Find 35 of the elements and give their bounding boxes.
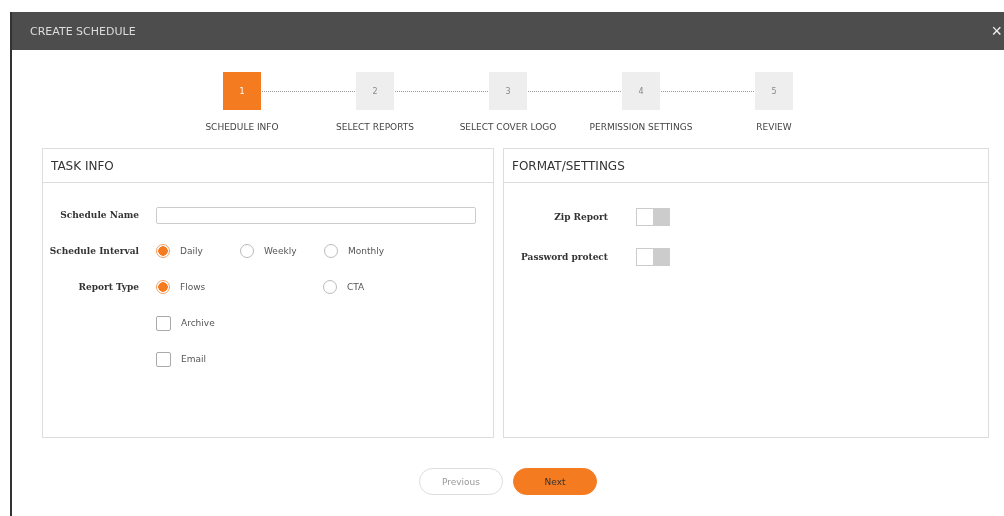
field-label: Password protect bbox=[520, 252, 608, 262]
checkbox[interactable] bbox=[156, 351, 171, 367]
option-label: Email bbox=[181, 354, 206, 364]
toggle-switch[interactable] bbox=[636, 248, 670, 266]
step-number[interactable]: 5 bbox=[755, 72, 793, 110]
option-label: Daily bbox=[180, 246, 203, 256]
option-label: Flows bbox=[180, 282, 206, 292]
step-number[interactable]: 1 bbox=[223, 72, 261, 110]
panel-title: FORMAT/SETTINGS bbox=[512, 158, 625, 173]
radio-button[interactable] bbox=[156, 244, 170, 258]
field-label: Report Type bbox=[77, 282, 139, 292]
field-label: Schedule Interval bbox=[48, 246, 139, 256]
close-button[interactable]: × bbox=[989, 22, 1004, 40]
step-label: SCHEDULE INFO bbox=[205, 122, 279, 132]
option-label: Weekly bbox=[264, 246, 297, 256]
step-label: REVIEW bbox=[756, 122, 792, 132]
schedule-name-field[interactable] bbox=[156, 206, 476, 224]
step-label: PERMISSION SETTINGS bbox=[589, 122, 693, 132]
step-number[interactable]: 2 bbox=[356, 72, 394, 110]
window-title: CREATE SCHEDULE bbox=[30, 24, 136, 38]
radio-button[interactable] bbox=[156, 280, 170, 294]
previous-button[interactable]: Previous bbox=[419, 468, 503, 495]
field-label: Schedule Name bbox=[59, 210, 139, 220]
step-label: SELECT COVER LOGO bbox=[459, 122, 557, 132]
step-label: SELECT REPORTS bbox=[336, 122, 414, 132]
panel-title: TASK INFO bbox=[51, 158, 114, 173]
toggle-switch[interactable] bbox=[636, 208, 670, 226]
checkbox[interactable] bbox=[156, 315, 171, 331]
step-number[interactable]: 4 bbox=[622, 72, 660, 110]
option-label: Archive bbox=[181, 318, 215, 328]
step-number[interactable]: 3 bbox=[489, 72, 527, 110]
next-button[interactable]: Next bbox=[513, 468, 597, 495]
option-label: Monthly bbox=[348, 246, 385, 256]
option-label: CTA bbox=[347, 282, 365, 292]
field-label: Zip Report bbox=[553, 212, 608, 222]
